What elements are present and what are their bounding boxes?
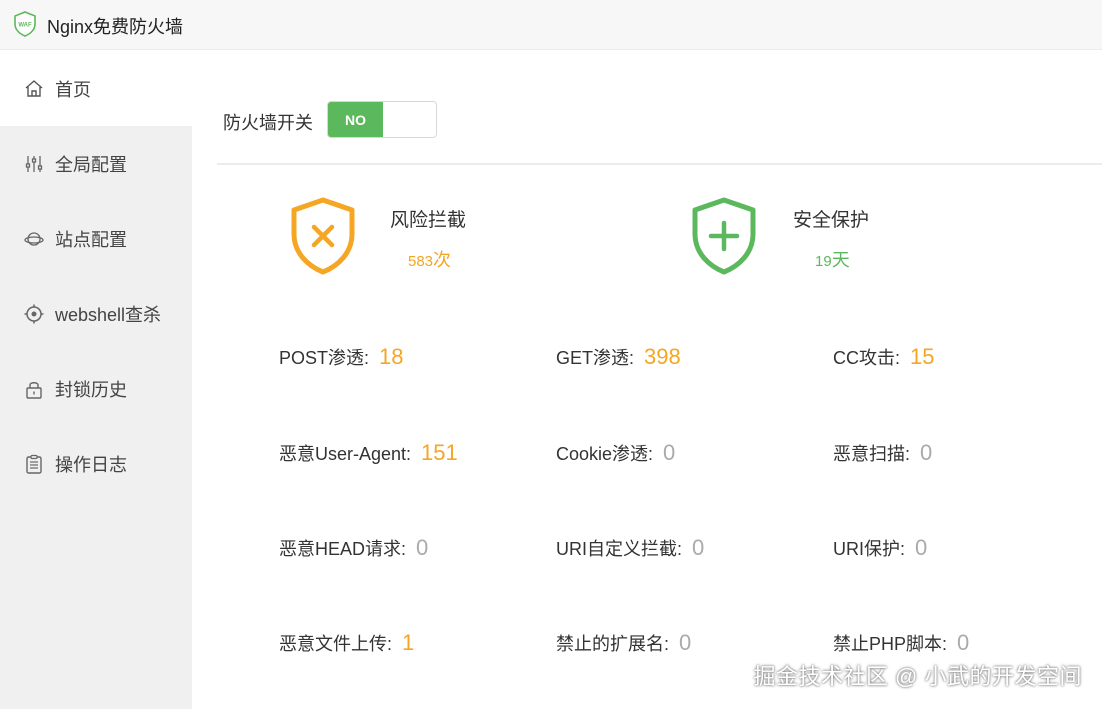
- metric-label: 禁止PHP脚本:: [833, 634, 948, 654]
- sidebar-item-site-config[interactable]: 站点配置: [0, 201, 192, 276]
- metric-value: 151: [421, 440, 458, 465]
- sidebar-item-home[interactable]: 首页: [0, 51, 192, 126]
- lock-icon: [26, 381, 42, 399]
- sidebar-item-webshell[interactable]: webshell查杀: [0, 276, 192, 351]
- metric-value: 0: [692, 535, 705, 560]
- metric-value: 0: [920, 440, 933, 465]
- metric-uri-protection: URI保护: 0: [833, 535, 927, 561]
- planet-icon: [24, 231, 44, 246]
- clipboard-icon: [26, 454, 42, 474]
- metric-cc-attack: CC攻击: 15: [833, 344, 934, 370]
- metric-label: 恶意User-Agent:: [279, 444, 412, 464]
- safe-protection-value: 19天: [815, 246, 850, 272]
- firewall-toggle[interactable]: NO: [327, 101, 437, 138]
- sidebar-item-label: 封锁历史: [55, 379, 127, 400]
- metric-post-penetration: POST渗透: 18: [279, 344, 404, 370]
- metric-label: Cookie渗透:: [556, 444, 654, 464]
- metric-malicious-scan: 恶意扫描: 0: [833, 440, 932, 466]
- sidebar: 首页 全局配置 站点配置 webshell查杀 封锁历史 操作日志: [0, 51, 192, 709]
- metric-value: 0: [416, 535, 429, 560]
- sidebar-item-label: 全局配置: [55, 154, 127, 175]
- risk-intercept-title: 风险拦截: [390, 210, 467, 231]
- sliders-icon: [25, 155, 43, 172]
- metric-value: 398: [644, 344, 681, 369]
- metric-value: 0: [679, 630, 692, 655]
- metric-label: 恶意HEAD请求:: [279, 539, 407, 559]
- metric-label: 恶意扫描:: [833, 444, 911, 464]
- safe-protection-title: 安全保护: [793, 210, 870, 231]
- home-icon: [25, 79, 43, 97]
- sidebar-item-label: 操作日志: [55, 454, 127, 475]
- metric-uri-custom-intercept: URI自定义拦截: 0: [556, 535, 704, 561]
- metric-label: 恶意文件上传:: [279, 634, 393, 654]
- risk-intercept-unit: 次: [433, 250, 452, 270]
- metric-forbidden-extension: 禁止的扩展名: 0: [556, 630, 691, 656]
- metric-malicious-upload: 恶意文件上传: 1: [279, 630, 414, 656]
- metric-label: CC攻击:: [833, 348, 900, 368]
- metric-label: 禁止的扩展名:: [556, 634, 670, 654]
- safe-protection-unit: 天: [831, 250, 850, 270]
- shield-x-icon: [291, 197, 355, 275]
- svg-text:WAF: WAF: [18, 23, 32, 29]
- metric-cookie-penetration: Cookie渗透: 0: [556, 440, 675, 466]
- sidebar-item-operation-log[interactable]: 操作日志: [0, 426, 192, 501]
- metric-label: URI自定义拦截:: [556, 539, 682, 559]
- metric-value: 0: [957, 630, 970, 655]
- sidebar-item-global-config[interactable]: 全局配置: [0, 126, 192, 201]
- target-icon: [24, 304, 44, 323]
- sidebar-item-label: 站点配置: [55, 229, 127, 250]
- metric-label: URI保护:: [833, 539, 905, 559]
- metric-malicious-user-agent: 恶意User-Agent: 151: [279, 440, 458, 466]
- app-title: Nginx免费防火墙: [47, 17, 184, 37]
- risk-intercept-value: 583次: [408, 246, 451, 272]
- metric-label: GET渗透:: [556, 348, 635, 368]
- risk-intercept-count: 583: [408, 253, 434, 270]
- metric-forbidden-php: 禁止PHP脚本: 0: [833, 630, 969, 656]
- watermark: 掘金技术社区 @ 小武的开发空间: [753, 664, 1082, 689]
- app-header: WAF Nginx免费防火墙: [0, 0, 1102, 50]
- sidebar-item-label: webshell查杀: [55, 304, 162, 325]
- metric-value: 0: [915, 535, 928, 560]
- sidebar-item-label: 首页: [55, 79, 91, 100]
- metric-malicious-head: 恶意HEAD请求: 0: [279, 535, 428, 561]
- firewall-switch-label: 防火墙开关: [223, 113, 313, 133]
- sidebar-item-block-history[interactable]: 封锁历史: [0, 351, 192, 426]
- safe-protection-count: 19: [815, 253, 832, 270]
- metric-value: 18: [379, 344, 404, 369]
- metric-label: POST渗透:: [279, 348, 370, 368]
- metric-value: 0: [663, 440, 676, 465]
- metric-get-penetration: GET渗透: 398: [556, 344, 681, 370]
- metric-value: 15: [910, 344, 935, 369]
- shield-plus-icon: [692, 197, 756, 275]
- waf-logo-icon: WAF: [14, 11, 36, 37]
- firewall-toggle-state: NO: [328, 102, 383, 137]
- metric-value: 1: [402, 630, 415, 655]
- divider: [217, 163, 1102, 165]
